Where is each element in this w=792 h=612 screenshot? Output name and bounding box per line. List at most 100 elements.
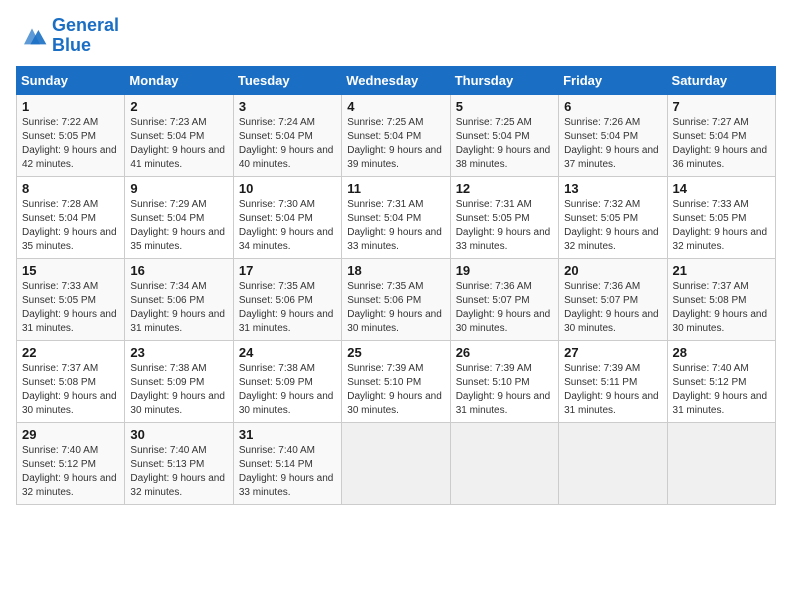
calendar-cell: 11 Sunrise: 7:31 AM Sunset: 5:04 PM Dayl… — [342, 176, 450, 258]
day-detail: Sunrise: 7:31 AM Sunset: 5:05 PM Dayligh… — [456, 198, 553, 254]
day-number: 11 — [347, 181, 444, 196]
logo-icon — [16, 22, 48, 50]
day-number: 5 — [456, 99, 553, 114]
day-detail: Sunrise: 7:40 AM Sunset: 5:14 PM Dayligh… — [239, 444, 336, 500]
day-detail: Sunrise: 7:38 AM Sunset: 5:09 PM Dayligh… — [130, 362, 227, 418]
calendar-week-0: 1 Sunrise: 7:22 AM Sunset: 5:05 PM Dayli… — [17, 94, 776, 176]
col-header-tuesday: Tuesday — [233, 66, 341, 94]
day-number: 16 — [130, 263, 227, 278]
day-detail: Sunrise: 7:35 AM Sunset: 5:06 PM Dayligh… — [239, 280, 336, 336]
calendar-cell: 26 Sunrise: 7:39 AM Sunset: 5:10 PM Dayl… — [450, 340, 558, 422]
calendar-cell: 4 Sunrise: 7:25 AM Sunset: 5:04 PM Dayli… — [342, 94, 450, 176]
calendar-cell: 5 Sunrise: 7:25 AM Sunset: 5:04 PM Dayli… — [450, 94, 558, 176]
calendar-cell: 12 Sunrise: 7:31 AM Sunset: 5:05 PM Dayl… — [450, 176, 558, 258]
calendar-cell: 6 Sunrise: 7:26 AM Sunset: 5:04 PM Dayli… — [559, 94, 667, 176]
day-detail: Sunrise: 7:32 AM Sunset: 5:05 PM Dayligh… — [564, 198, 661, 254]
day-number: 19 — [456, 263, 553, 278]
calendar-cell: 30 Sunrise: 7:40 AM Sunset: 5:13 PM Dayl… — [125, 422, 233, 504]
day-detail: Sunrise: 7:27 AM Sunset: 5:04 PM Dayligh… — [673, 116, 770, 172]
calendar-week-4: 29 Sunrise: 7:40 AM Sunset: 5:12 PM Dayl… — [17, 422, 776, 504]
calendar-cell: 16 Sunrise: 7:34 AM Sunset: 5:06 PM Dayl… — [125, 258, 233, 340]
calendar-cell — [667, 422, 775, 504]
day-number: 20 — [564, 263, 661, 278]
day-detail: Sunrise: 7:36 AM Sunset: 5:07 PM Dayligh… — [564, 280, 661, 336]
day-detail: Sunrise: 7:39 AM Sunset: 5:10 PM Dayligh… — [347, 362, 444, 418]
day-number: 17 — [239, 263, 336, 278]
calendar-cell: 28 Sunrise: 7:40 AM Sunset: 5:12 PM Dayl… — [667, 340, 775, 422]
col-header-wednesday: Wednesday — [342, 66, 450, 94]
day-detail: Sunrise: 7:26 AM Sunset: 5:04 PM Dayligh… — [564, 116, 661, 172]
day-number: 26 — [456, 345, 553, 360]
day-detail: Sunrise: 7:40 AM Sunset: 5:12 PM Dayligh… — [22, 444, 119, 500]
calendar-cell — [342, 422, 450, 504]
calendar-cell: 17 Sunrise: 7:35 AM Sunset: 5:06 PM Dayl… — [233, 258, 341, 340]
day-detail: Sunrise: 7:23 AM Sunset: 5:04 PM Dayligh… — [130, 116, 227, 172]
calendar-cell: 29 Sunrise: 7:40 AM Sunset: 5:12 PM Dayl… — [17, 422, 125, 504]
calendar-cell: 13 Sunrise: 7:32 AM Sunset: 5:05 PM Dayl… — [559, 176, 667, 258]
calendar-table: SundayMondayTuesdayWednesdayThursdayFrid… — [16, 66, 776, 505]
day-number: 15 — [22, 263, 119, 278]
calendar-cell: 9 Sunrise: 7:29 AM Sunset: 5:04 PM Dayli… — [125, 176, 233, 258]
day-detail: Sunrise: 7:36 AM Sunset: 5:07 PM Dayligh… — [456, 280, 553, 336]
col-header-friday: Friday — [559, 66, 667, 94]
calendar-cell: 15 Sunrise: 7:33 AM Sunset: 5:05 PM Dayl… — [17, 258, 125, 340]
calendar-cell: 24 Sunrise: 7:38 AM Sunset: 5:09 PM Dayl… — [233, 340, 341, 422]
day-number: 4 — [347, 99, 444, 114]
day-detail: Sunrise: 7:22 AM Sunset: 5:05 PM Dayligh… — [22, 116, 119, 172]
day-number: 29 — [22, 427, 119, 442]
calendar-week-1: 8 Sunrise: 7:28 AM Sunset: 5:04 PM Dayli… — [17, 176, 776, 258]
day-number: 10 — [239, 181, 336, 196]
day-number: 22 — [22, 345, 119, 360]
logo-text: General Blue — [52, 16, 119, 56]
day-number: 27 — [564, 345, 661, 360]
day-detail: Sunrise: 7:37 AM Sunset: 5:08 PM Dayligh… — [22, 362, 119, 418]
day-number: 7 — [673, 99, 770, 114]
day-detail: Sunrise: 7:39 AM Sunset: 5:10 PM Dayligh… — [456, 362, 553, 418]
day-number: 23 — [130, 345, 227, 360]
day-number: 12 — [456, 181, 553, 196]
calendar-cell: 18 Sunrise: 7:35 AM Sunset: 5:06 PM Dayl… — [342, 258, 450, 340]
day-number: 18 — [347, 263, 444, 278]
day-detail: Sunrise: 7:40 AM Sunset: 5:12 PM Dayligh… — [673, 362, 770, 418]
calendar-cell: 27 Sunrise: 7:39 AM Sunset: 5:11 PM Dayl… — [559, 340, 667, 422]
day-detail: Sunrise: 7:37 AM Sunset: 5:08 PM Dayligh… — [673, 280, 770, 336]
calendar-cell: 31 Sunrise: 7:40 AM Sunset: 5:14 PM Dayl… — [233, 422, 341, 504]
calendar-cell: 20 Sunrise: 7:36 AM Sunset: 5:07 PM Dayl… — [559, 258, 667, 340]
day-number: 28 — [673, 345, 770, 360]
calendar-cell: 14 Sunrise: 7:33 AM Sunset: 5:05 PM Dayl… — [667, 176, 775, 258]
calendar-cell: 19 Sunrise: 7:36 AM Sunset: 5:07 PM Dayl… — [450, 258, 558, 340]
col-header-monday: Monday — [125, 66, 233, 94]
day-detail: Sunrise: 7:39 AM Sunset: 5:11 PM Dayligh… — [564, 362, 661, 418]
day-number: 25 — [347, 345, 444, 360]
day-number: 21 — [673, 263, 770, 278]
header: General Blue — [16, 16, 776, 56]
col-header-sunday: Sunday — [17, 66, 125, 94]
day-number: 30 — [130, 427, 227, 442]
day-detail: Sunrise: 7:29 AM Sunset: 5:04 PM Dayligh… — [130, 198, 227, 254]
day-number: 24 — [239, 345, 336, 360]
day-detail: Sunrise: 7:33 AM Sunset: 5:05 PM Dayligh… — [22, 280, 119, 336]
day-number: 8 — [22, 181, 119, 196]
day-detail: Sunrise: 7:24 AM Sunset: 5:04 PM Dayligh… — [239, 116, 336, 172]
day-detail: Sunrise: 7:34 AM Sunset: 5:06 PM Dayligh… — [130, 280, 227, 336]
col-header-saturday: Saturday — [667, 66, 775, 94]
calendar-cell: 7 Sunrise: 7:27 AM Sunset: 5:04 PM Dayli… — [667, 94, 775, 176]
day-detail: Sunrise: 7:30 AM Sunset: 5:04 PM Dayligh… — [239, 198, 336, 254]
day-number: 6 — [564, 99, 661, 114]
calendar-week-2: 15 Sunrise: 7:33 AM Sunset: 5:05 PM Dayl… — [17, 258, 776, 340]
calendar-cell — [559, 422, 667, 504]
day-detail: Sunrise: 7:38 AM Sunset: 5:09 PM Dayligh… — [239, 362, 336, 418]
calendar-cell: 22 Sunrise: 7:37 AM Sunset: 5:08 PM Dayl… — [17, 340, 125, 422]
day-number: 2 — [130, 99, 227, 114]
day-number: 13 — [564, 181, 661, 196]
calendar-cell: 2 Sunrise: 7:23 AM Sunset: 5:04 PM Dayli… — [125, 94, 233, 176]
day-detail: Sunrise: 7:31 AM Sunset: 5:04 PM Dayligh… — [347, 198, 444, 254]
calendar-cell: 23 Sunrise: 7:38 AM Sunset: 5:09 PM Dayl… — [125, 340, 233, 422]
day-detail: Sunrise: 7:35 AM Sunset: 5:06 PM Dayligh… — [347, 280, 444, 336]
col-header-thursday: Thursday — [450, 66, 558, 94]
day-number: 3 — [239, 99, 336, 114]
day-number: 1 — [22, 99, 119, 114]
day-detail: Sunrise: 7:25 AM Sunset: 5:04 PM Dayligh… — [456, 116, 553, 172]
logo: General Blue — [16, 16, 119, 56]
day-detail: Sunrise: 7:28 AM Sunset: 5:04 PM Dayligh… — [22, 198, 119, 254]
